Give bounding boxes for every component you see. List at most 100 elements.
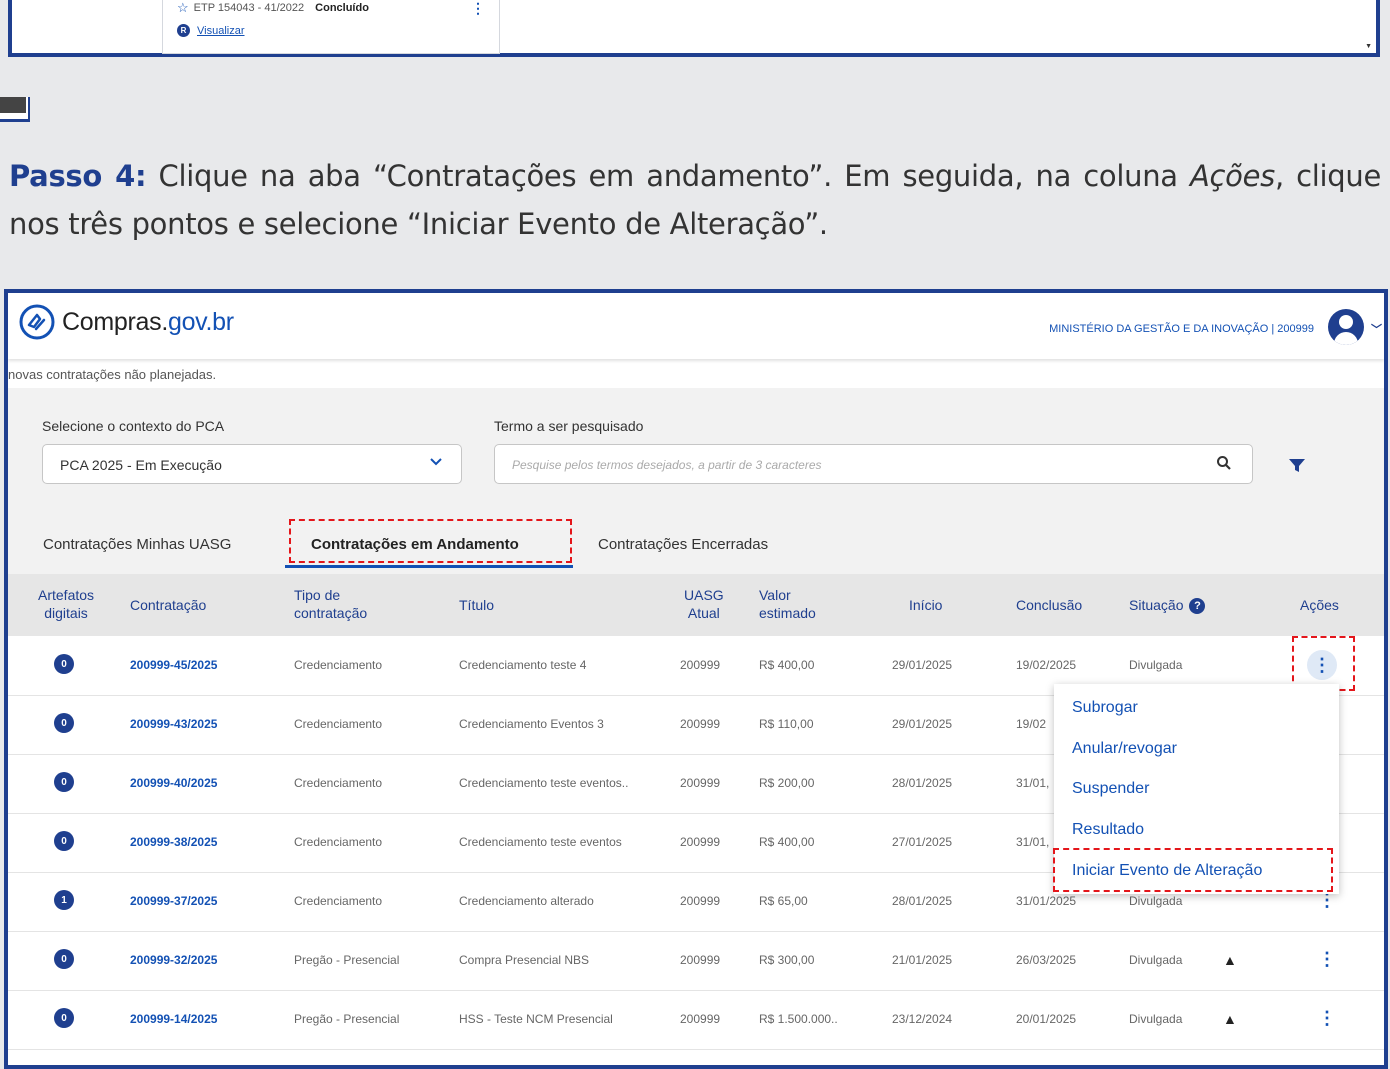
col-uasg[interactable]: UASG Atual (684, 586, 724, 622)
cell-uasg: 200999 (680, 894, 721, 908)
cell-inicio: 28/01/2025 (892, 894, 953, 908)
cell-inicio: 23/12/2024 (892, 1012, 953, 1026)
compras-logo-icon (19, 304, 55, 340)
etp-row: ☆ ETP 154043 - 41/2022 Concluído (177, 0, 369, 16)
cell-conclusao: 20/01/2025 (1016, 1012, 1077, 1026)
cell-inicio: 27/01/2025 (892, 835, 953, 849)
cell-uasg: 200999 (680, 776, 721, 790)
warning-icon[interactable]: ▲ (1223, 1011, 1237, 1027)
help-icon[interactable]: ? (1189, 598, 1206, 615)
search-term-label: Termo a ser pesquisado (494, 418, 644, 434)
cell-uasg: 200999 (680, 835, 721, 849)
etp-kebab-icon[interactable]: ⋮ (471, 0, 485, 17)
visualize-link[interactable]: Visualizar (197, 25, 245, 37)
contratacao-link[interactable]: 200999-14/2025 (130, 1012, 217, 1026)
step-label: Passo 4: (9, 159, 147, 193)
col-valor[interactable]: Valor estimado (759, 586, 816, 622)
menu-item-anular-revogar[interactable]: Anular/revogar (1072, 740, 1177, 758)
menu-item-suspender[interactable]: Suspender (1072, 780, 1149, 798)
artefatos-badge[interactable]: 0 (54, 831, 74, 851)
cell-valor: R$ 200,00 (759, 776, 815, 790)
cell-conclusao: 19/02 (1016, 717, 1047, 731)
cell-uasg: 200999 (680, 953, 721, 967)
cell-valor: R$ 400,00 (759, 658, 815, 672)
artefatos-badge[interactable]: 1 (54, 890, 74, 910)
cell-inicio: 29/01/2025 (892, 717, 953, 731)
cell-tipo: Pregão - Presencial (294, 953, 400, 967)
logo-prefix: Compras. (62, 307, 168, 336)
contratacao-link[interactable]: 200999-32/2025 (130, 953, 217, 967)
user-menu-chevron-icon[interactable]: ﹀ (1371, 321, 1382, 337)
col-uasg-line1: UASG (684, 587, 724, 603)
search-icon[interactable] (1216, 455, 1232, 476)
col-contratacao[interactable]: Contratação (130, 596, 206, 614)
actions-kebab-icon[interactable]: ⋮ (1318, 1009, 1336, 1027)
pca-context-select[interactable]: PCA 2025 - Em Execução (42, 444, 462, 484)
col-situacao-label: Situação (1129, 597, 1184, 613)
col-uasg-line2: Atual (687, 605, 720, 621)
table-header: Artefatos digitais Contratação Tipo de con… (8, 574, 1384, 636)
menu-item-subrogar[interactable]: Subrogar (1072, 699, 1138, 717)
tab-encerradas[interactable]: Contratações Encerradas (598, 536, 768, 553)
artefatos-badge[interactable]: 0 (54, 713, 74, 733)
cell-titulo: HSS - Teste NCM Presencial (459, 1012, 613, 1026)
cell-uasg: 200999 (680, 658, 721, 672)
search-placeholder: Pesquise pelos termos desejados, a parti… (512, 458, 822, 472)
warning-icon[interactable]: ▲ (1223, 952, 1237, 968)
cell-titulo: Compra Presencial NBS (459, 953, 590, 967)
contract-tabs: Contratações Minhas UASG Contratações em… (8, 526, 1384, 574)
artefatos-badge[interactable]: 0 (54, 654, 74, 674)
filter-icon[interactable] (1288, 457, 1306, 480)
cell-valor: R$ 300,00 (759, 953, 815, 967)
highlight-menu-item-box (1053, 848, 1333, 892)
compras-logo[interactable]: Compras.gov.br (18, 303, 234, 341)
tab-minhas-uasg[interactable]: Contratações Minhas UASG (43, 536, 231, 553)
menu-item-resultado[interactable]: Resultado (1072, 821, 1144, 839)
cell-titulo: Credenciamento teste eventos.. (459, 776, 629, 790)
cell-situacao: Divulgada (1129, 1012, 1183, 1026)
cell-uasg: 200999 (680, 717, 721, 731)
etp-code: ETP 154043 - 41/2022 (193, 2, 305, 14)
contratacao-link[interactable]: 200999-45/2025 (130, 658, 217, 672)
r-badge-icon: R (177, 24, 190, 37)
scroll-down-arrow-icon[interactable]: ▼ (1365, 43, 1372, 50)
col-artefatos: Artefatos digitais (38, 586, 94, 622)
context-label: Selecione o contexto do PCA (42, 418, 225, 434)
col-tipo-line2: contratação (294, 605, 368, 621)
avatar-body (1334, 332, 1358, 345)
cell-situacao: Divulgada (1129, 658, 1183, 672)
col-valor-line1: Valor (759, 587, 791, 603)
col-titulo[interactable]: Título (459, 596, 494, 614)
contratacao-link[interactable]: 200999-40/2025 (130, 776, 217, 790)
col-inicio[interactable]: Início (909, 596, 942, 614)
col-situacao[interactable]: Situação? (1129, 596, 1206, 615)
artefatos-badge[interactable]: 0 (54, 1008, 74, 1028)
contratacao-link[interactable]: 200999-37/2025 (130, 894, 217, 908)
cell-titulo: Credenciamento Eventos 3 (459, 717, 604, 731)
table-row: 0 200999-32/2025 Pregão - Presencial Com… (8, 931, 1384, 991)
artefatos-badge[interactable]: 0 (54, 772, 74, 792)
contratacao-link[interactable]: 200999-43/2025 (130, 717, 217, 731)
contratacao-link[interactable]: 200999-38/2025 (130, 835, 217, 849)
col-tipo[interactable]: Tipo de contratação (294, 586, 367, 622)
instruction-part-1: Clique na aba “Contratações em andamento… (146, 159, 1190, 193)
cell-tipo: Credenciamento (294, 658, 383, 672)
col-conclusao[interactable]: Conclusão (1016, 596, 1082, 614)
search-input[interactable]: Pesquise pelos termos desejados, a parti… (494, 444, 1253, 484)
star-icon[interactable]: ☆ (177, 0, 189, 16)
cell-inicio: 21/01/2025 (892, 953, 953, 967)
cell-valor: R$ 110,00 (759, 717, 814, 731)
app-header: Compras.gov.br MINISTÉRIO DA GESTÃO E DA… (8, 293, 1384, 359)
user-avatar-icon[interactable] (1328, 309, 1364, 345)
cell-conclusao: 31/01, (1016, 776, 1050, 790)
col-valor-line2: estimado (759, 605, 816, 621)
cell-tipo: Credenciamento (294, 894, 383, 908)
cell-titulo: Credenciamento alterado (459, 894, 594, 908)
cell-tipo: Credenciamento (294, 835, 383, 849)
artefatos-badge[interactable]: 0 (54, 949, 74, 969)
cell-valor: R$ 1.500.000.. (759, 1012, 838, 1026)
cell-conclusao: 19/02/2025 (1016, 658, 1077, 672)
ministry-label[interactable]: MINISTÉRIO DA GESTÃO E DA INOVAÇÃO | 200… (1049, 323, 1314, 335)
pca-context-value: PCA 2025 - Em Execução (60, 457, 222, 473)
actions-kebab-icon[interactable]: ⋮ (1318, 950, 1336, 968)
